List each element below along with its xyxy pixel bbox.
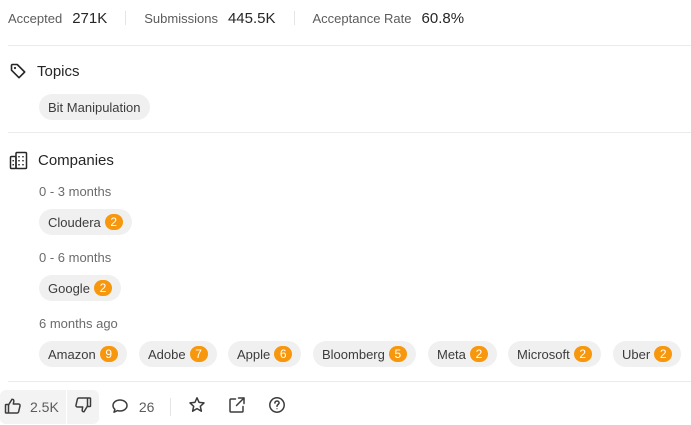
company-chip-label: Adobe (148, 346, 186, 362)
company-chip-bloomberg[interactable]: Bloomberg 5 (313, 341, 416, 367)
topic-chip-label: Bit Manipulation (48, 99, 141, 115)
divider (8, 381, 691, 382)
action-bar: 2.5K 26 (0, 390, 305, 424)
stat-accepted: Accepted 271K (8, 10, 107, 27)
count-badge: 7 (189, 346, 208, 362)
period-label: 0 - 3 months (39, 184, 112, 199)
comment-count: 26 (138, 399, 155, 415)
company-chip-google[interactable]: Google 2 (39, 275, 121, 301)
favorite-button[interactable] (185, 395, 209, 419)
comment-icon (111, 397, 129, 418)
count-badge: 2 (93, 280, 112, 296)
vote-group: 2.5K (0, 390, 99, 424)
help-button[interactable] (265, 395, 289, 419)
company-chip-uber[interactable]: Uber 2 (613, 341, 682, 367)
companies-header[interactable]: Companies (9, 151, 114, 170)
period-label: 6 months ago (39, 316, 118, 331)
topics-header[interactable]: Topics (9, 62, 80, 80)
submissions-value: 445.5K (227, 9, 276, 27)
count-badge: 5 (388, 346, 407, 362)
stat-submissions: Submissions 445.5K (144, 10, 275, 27)
stats-row: Accepted 271K Submissions 445.5K Accepta… (8, 7, 464, 29)
accepted-label: Accepted (8, 10, 63, 26)
like-count: 2.5K (30, 399, 59, 415)
dislike-button[interactable] (67, 390, 99, 424)
divider (8, 132, 691, 133)
company-chip-meta[interactable]: Meta 2 (428, 341, 497, 367)
count-badge: 2 (654, 346, 673, 362)
accepted-value: 271K (72, 9, 108, 27)
acceptance-rate-value: 60.8% (421, 9, 465, 27)
topic-chip-bit-manipulation[interactable]: Bit Manipulation (39, 94, 150, 120)
company-chip-cloudera[interactable]: Cloudera 2 (39, 209, 132, 235)
count-badge: 2 (104, 214, 123, 230)
building-icon (9, 151, 28, 170)
company-chip-label: Google (48, 280, 90, 296)
question-circle-icon (268, 396, 286, 419)
tag-icon (9, 62, 27, 80)
stat-divider (293, 11, 295, 25)
company-chip-label: Microsoft (517, 346, 570, 362)
period-label: 0 - 6 months (39, 250, 112, 265)
company-chip-microsoft[interactable]: Microsoft 2 (508, 341, 601, 367)
count-badge: 2 (573, 346, 592, 362)
divider (8, 45, 691, 46)
company-chip-label: Amazon (48, 346, 96, 362)
submissions-label: Submissions (144, 10, 218, 26)
companies-title: Companies (38, 152, 114, 169)
thumbs-up-icon (4, 397, 22, 418)
company-chip-label: Meta (437, 346, 466, 362)
topics-title: Topics (37, 62, 80, 80)
external-link-icon (228, 396, 246, 419)
share-button[interactable] (225, 395, 249, 419)
stat-divider (125, 11, 127, 25)
company-chip-amazon[interactable]: Amazon 9 (39, 341, 127, 367)
company-chip-adobe[interactable]: Adobe 7 (139, 341, 217, 367)
thumbs-down-icon (74, 396, 92, 419)
count-badge: 2 (469, 346, 488, 362)
problem-info-panel: Accepted 271K Submissions 445.5K Accepta… (0, 0, 691, 425)
comments-button[interactable]: 26 (111, 397, 155, 418)
company-chip-apple[interactable]: Apple 6 (228, 341, 302, 367)
star-icon (188, 396, 206, 419)
company-chip-label: Cloudera (48, 214, 101, 230)
company-chip-label: Bloomberg (322, 346, 385, 362)
like-button[interactable]: 2.5K (0, 390, 66, 424)
acceptance-rate-label: Acceptance Rate (312, 10, 412, 26)
stat-acceptance-rate: Acceptance Rate 60.8% (313, 10, 465, 27)
count-badge: 6 (274, 346, 293, 362)
company-chip-label: Apple (237, 346, 271, 362)
footer-divider (170, 398, 172, 416)
count-badge: 9 (99, 346, 118, 362)
company-chip-label: Uber (622, 346, 651, 362)
